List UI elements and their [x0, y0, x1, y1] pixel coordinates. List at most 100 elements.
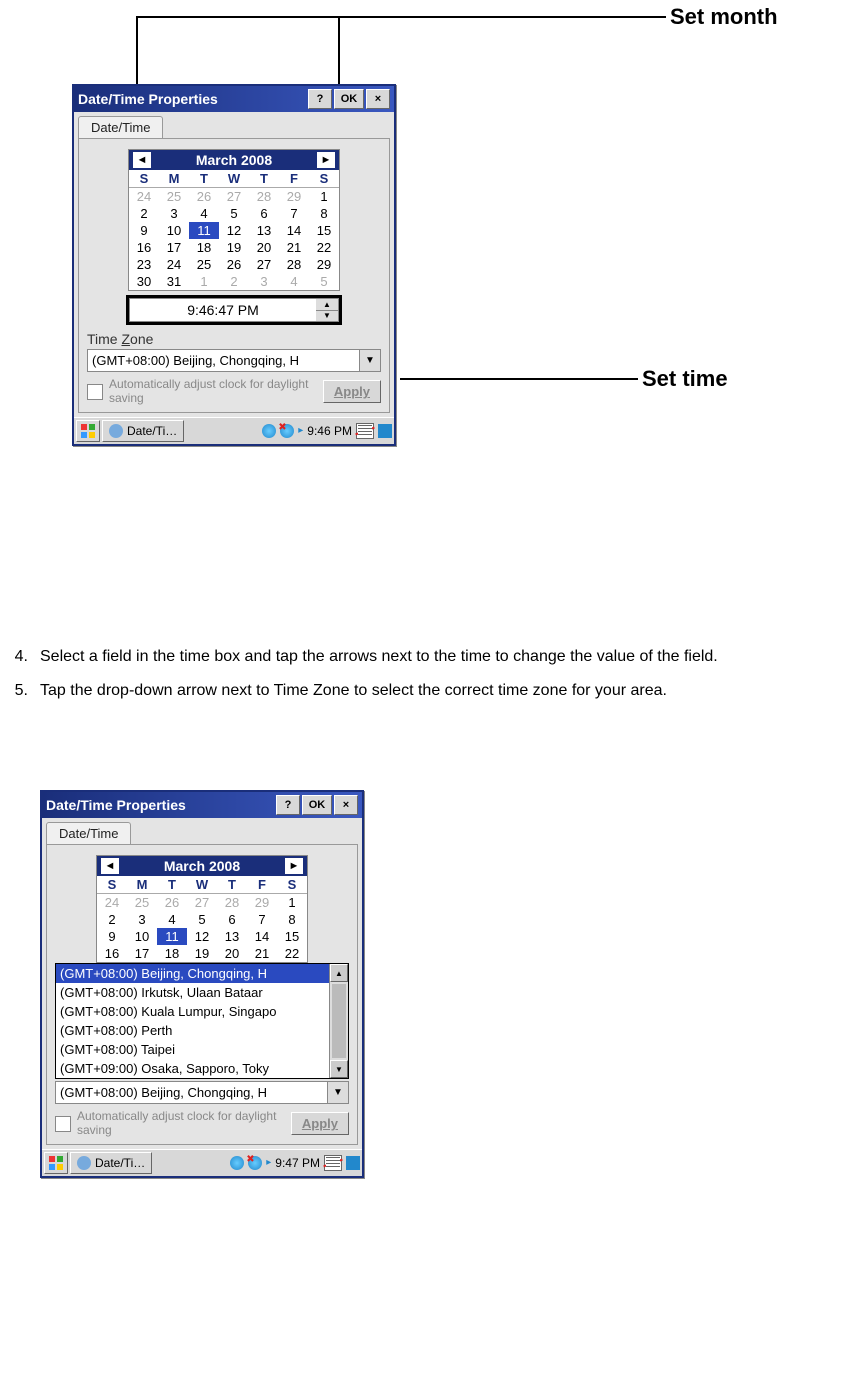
calendar-day[interactable]: 3	[159, 205, 189, 222]
apply-button[interactable]: Apply	[323, 380, 381, 403]
calendar-day[interactable]: 15	[309, 222, 339, 239]
calendar-day[interactable]: 1	[189, 273, 219, 290]
calendar-day[interactable]: 23	[129, 256, 159, 273]
calendar-day[interactable]: 14	[279, 222, 309, 239]
calendar-day[interactable]: 8	[309, 205, 339, 222]
calendar-day[interactable]: 5	[187, 911, 217, 928]
calendar-day[interactable]: 8	[277, 911, 307, 928]
calendar-day[interactable]: 18	[157, 945, 187, 962]
calendar-day[interactable]: 11	[189, 222, 219, 239]
calendar-day[interactable]: 29	[279, 188, 309, 206]
calendar-day[interactable]: 2	[219, 273, 249, 290]
keyboard-icon[interactable]	[324, 1155, 342, 1171]
calendar-day[interactable]: 18	[189, 239, 219, 256]
calendar-day[interactable]: 25	[127, 894, 157, 912]
scroll-up-button[interactable]: ▲	[330, 964, 348, 982]
calendar-day[interactable]: 29	[247, 894, 277, 912]
calendar-day[interactable]: 27	[249, 256, 279, 273]
calendar-day[interactable]: 13	[249, 222, 279, 239]
taskbar-clock[interactable]: 9:46 PM	[307, 424, 352, 438]
scroll-thumb[interactable]	[332, 984, 346, 1058]
calendar-day[interactable]: 25	[159, 188, 189, 206]
calendar-day[interactable]: 16	[97, 945, 127, 962]
dst-checkbox[interactable]	[55, 1116, 71, 1132]
calendar-day[interactable]: 6	[249, 205, 279, 222]
taskbar-app-button[interactable]: Date/Ti…	[70, 1152, 152, 1174]
time-up-button[interactable]: ▲	[316, 299, 338, 311]
calendar-day[interactable]: 9	[129, 222, 159, 239]
start-button[interactable]	[44, 1152, 68, 1174]
tab-date-time[interactable]: Date/Time	[78, 116, 163, 138]
close-button[interactable]: ×	[334, 795, 358, 815]
calendar-day[interactable]: 5	[309, 273, 339, 290]
taskbar-clock[interactable]: 9:47 PM	[275, 1156, 320, 1170]
globe-icon[interactable]	[262, 424, 276, 438]
help-button[interactable]: ?	[308, 89, 332, 109]
calendar-day[interactable]: 6	[217, 911, 247, 928]
calendar-day[interactable]: 20	[249, 239, 279, 256]
calendar-day[interactable]: 26	[157, 894, 187, 912]
taskbar-app-button[interactable]: Date/Ti…	[102, 420, 184, 442]
calendar-day[interactable]: 25	[189, 256, 219, 273]
timezone-option[interactable]: (GMT+08:00) Kuala Lumpur, Singapo	[56, 1002, 348, 1021]
calendar-day[interactable]: 7	[279, 205, 309, 222]
apply-button[interactable]: Apply	[291, 1112, 349, 1135]
calendar-day[interactable]: 28	[249, 188, 279, 206]
calendar-day[interactable]: 10	[159, 222, 189, 239]
calendar-day[interactable]: 17	[159, 239, 189, 256]
calendar-day[interactable]: 24	[129, 188, 159, 206]
network-disconnected-icon[interactable]	[248, 1156, 262, 1170]
calendar-day[interactable]: 2	[97, 911, 127, 928]
start-button[interactable]	[76, 420, 100, 442]
calendar-day[interactable]: 3	[127, 911, 157, 928]
calendar-day[interactable]: 12	[219, 222, 249, 239]
calendar-day[interactable]: 27	[187, 894, 217, 912]
dst-checkbox[interactable]	[87, 384, 103, 400]
keyboard-icon[interactable]	[356, 423, 374, 439]
ok-button[interactable]: OK	[302, 795, 332, 815]
prev-month-button[interactable]: ◄	[101, 858, 119, 874]
help-button[interactable]: ?	[276, 795, 300, 815]
calendar-day[interactable]: 11	[157, 928, 187, 945]
calendar-day[interactable]: 24	[97, 894, 127, 912]
network-disconnected-icon[interactable]	[280, 424, 294, 438]
calendar-day[interactable]: 31	[159, 273, 189, 290]
calendar-day[interactable]: 16	[129, 239, 159, 256]
calendar-day[interactable]: 9	[97, 928, 127, 945]
calendar-day[interactable]: 17	[127, 945, 157, 962]
ok-button[interactable]: OK	[334, 89, 364, 109]
scrollbar[interactable]: ▲ ▼	[329, 964, 348, 1078]
calendar-day[interactable]: 29	[309, 256, 339, 273]
calendar-day[interactable]: 5	[219, 205, 249, 222]
calendar-day[interactable]: 4	[279, 273, 309, 290]
next-month-button[interactable]: ►	[317, 152, 335, 168]
timezone-option[interactable]: (GMT+08:00) Irkutsk, Ulaan Bataar	[56, 983, 348, 1002]
calendar-day[interactable]: 4	[157, 911, 187, 928]
calendar-day[interactable]: 21	[279, 239, 309, 256]
desktop-icon[interactable]	[346, 1156, 360, 1170]
scroll-down-button[interactable]: ▼	[330, 1060, 348, 1078]
calendar-day[interactable]: 22	[277, 945, 307, 962]
chevron-down-icon[interactable]: ▼	[359, 350, 380, 371]
calendar-day[interactable]: 30	[129, 273, 159, 290]
timezone-select[interactable]: (GMT+08:00) Beijing, Chongqing, H ▼	[55, 1081, 349, 1104]
timezone-option[interactable]: (GMT+08:00) Taipei	[56, 1040, 348, 1059]
timezone-option[interactable]: (GMT+09:00) Osaka, Sapporo, Toky	[56, 1059, 348, 1078]
calendar-day[interactable]: 14	[247, 928, 277, 945]
calendar-day[interactable]: 3	[249, 273, 279, 290]
calendar-day[interactable]: 12	[187, 928, 217, 945]
close-button[interactable]: ×	[366, 89, 390, 109]
calendar-day[interactable]: 21	[247, 945, 277, 962]
calendar-day[interactable]: 2	[129, 205, 159, 222]
calendar-day[interactable]: 7	[247, 911, 277, 928]
calendar-day[interactable]: 1	[277, 894, 307, 912]
calendar-day[interactable]: 28	[279, 256, 309, 273]
calendar-day[interactable]: 20	[217, 945, 247, 962]
calendar-day[interactable]: 19	[219, 239, 249, 256]
calendar-day[interactable]: 1	[309, 188, 339, 206]
globe-icon[interactable]	[230, 1156, 244, 1170]
prev-month-button[interactable]: ◄	[133, 152, 151, 168]
timezone-option[interactable]: (GMT+08:00) Beijing, Chongqing, H	[56, 964, 348, 983]
calendar-day[interactable]: 13	[217, 928, 247, 945]
timezone-select[interactable]: (GMT+08:00) Beijing, Chongqing, H ▼	[87, 349, 381, 372]
